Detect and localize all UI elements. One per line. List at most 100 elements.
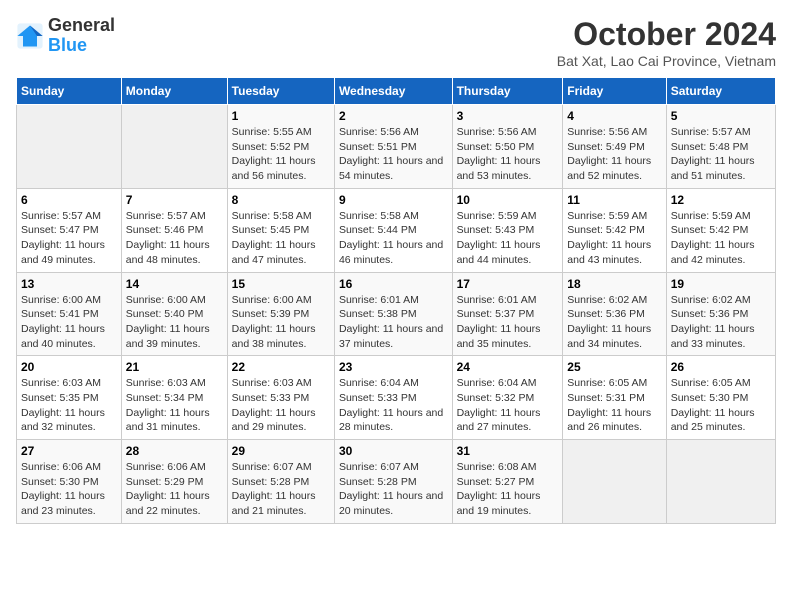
day-cell: 11Sunrise: 5:59 AM Sunset: 5:42 PM Dayli… xyxy=(563,188,666,272)
day-number: 17 xyxy=(457,277,559,291)
day-cell xyxy=(17,105,122,189)
day-info: Sunrise: 6:02 AM Sunset: 5:36 PM Dayligh… xyxy=(567,293,661,352)
day-header-tuesday: Tuesday xyxy=(227,78,334,105)
day-number: 23 xyxy=(339,360,448,374)
day-info: Sunrise: 6:00 AM Sunset: 5:41 PM Dayligh… xyxy=(21,293,117,352)
day-number: 5 xyxy=(671,109,771,123)
day-info: Sunrise: 5:57 AM Sunset: 5:47 PM Dayligh… xyxy=(21,209,117,268)
page-header: General Blue October 2024 Bat Xat, Lao C… xyxy=(16,16,776,69)
day-number: 16 xyxy=(339,277,448,291)
logo-icon xyxy=(16,22,44,50)
day-cell: 17 Sunrise: 6:01 AM Sunset: 5:37 PM Dayli… xyxy=(452,272,563,356)
day-number: 4 xyxy=(567,109,661,123)
day-cell: 7Sunrise: 5:57 AM Sunset: 5:46 PM Daylig… xyxy=(121,188,227,272)
day-number: 20 xyxy=(21,360,117,374)
day-number: 6 xyxy=(21,193,117,207)
day-info: Sunrise: 5:59 AM Sunset: 5:42 PM Dayligh… xyxy=(671,209,771,268)
day-header-friday: Friday xyxy=(563,78,666,105)
day-cell xyxy=(563,440,666,524)
day-cell: 27 Sunrise: 6:06 AM Sunset: 5:30 PM Dayli… xyxy=(17,440,122,524)
day-number: 10 xyxy=(457,193,559,207)
week-row: 20 Sunrise: 6:03 AM Sunset: 5:35 PM Dayli… xyxy=(17,356,776,440)
day-header-thursday: Thursday xyxy=(452,78,563,105)
header-row: SundayMondayTuesdayWednesdayThursdayFrid… xyxy=(17,78,776,105)
day-info: Sunrise: 6:03 AM Sunset: 5:33 PM Dayligh… xyxy=(232,376,330,435)
day-cell: 6 Sunrise: 5:57 AM Sunset: 5:47 PM Daylig… xyxy=(17,188,122,272)
day-info: Sunrise: 6:07 AM Sunset: 5:28 PM Dayligh… xyxy=(339,460,448,519)
day-cell: 13Sunrise: 6:00 AM Sunset: 5:41 PM Dayli… xyxy=(17,272,122,356)
day-cell: 2 Sunrise: 5:56 AM Sunset: 5:51 PM Daylig… xyxy=(334,105,452,189)
day-info: Sunrise: 6:05 AM Sunset: 5:30 PM Dayligh… xyxy=(671,376,771,435)
day-info: Sunrise: 6:04 AM Sunset: 5:33 PM Dayligh… xyxy=(339,376,448,435)
day-number: 14 xyxy=(126,277,223,291)
day-number: 30 xyxy=(339,444,448,458)
day-number: 22 xyxy=(232,360,330,374)
day-cell: 8 Sunrise: 5:58 AM Sunset: 5:45 PM Daylig… xyxy=(227,188,334,272)
day-info: Sunrise: 5:58 AM Sunset: 5:45 PM Dayligh… xyxy=(232,209,330,268)
day-cell: 22 Sunrise: 6:03 AM Sunset: 5:33 PM Dayli… xyxy=(227,356,334,440)
day-number: 24 xyxy=(457,360,559,374)
week-row: 1 Sunrise: 5:55 AM Sunset: 5:52 PM Daylig… xyxy=(17,105,776,189)
day-info: Sunrise: 6:08 AM Sunset: 5:27 PM Dayligh… xyxy=(457,460,559,519)
day-number: 15 xyxy=(232,277,330,291)
month-title: October 2024 xyxy=(557,16,776,53)
day-cell: 14 Sunrise: 6:00 AM Sunset: 5:40 PM Dayli… xyxy=(121,272,227,356)
day-cell: 1 Sunrise: 5:55 AM Sunset: 5:52 PM Daylig… xyxy=(227,105,334,189)
day-info: Sunrise: 6:03 AM Sunset: 5:34 PM Dayligh… xyxy=(126,376,223,435)
day-cell: 21 Sunrise: 6:03 AM Sunset: 5:34 PM Dayli… xyxy=(121,356,227,440)
day-cell: 15 Sunrise: 6:00 AM Sunset: 5:39 PM Dayli… xyxy=(227,272,334,356)
day-number: 19 xyxy=(671,277,771,291)
day-number: 8 xyxy=(232,193,330,207)
day-number: 9 xyxy=(339,193,448,207)
day-number: 18 xyxy=(567,277,661,291)
day-number: 11 xyxy=(567,193,661,207)
day-cell: 20 Sunrise: 6:03 AM Sunset: 5:35 PM Dayli… xyxy=(17,356,122,440)
day-number: 29 xyxy=(232,444,330,458)
day-cell: 3Sunrise: 5:56 AM Sunset: 5:50 PM Daylig… xyxy=(452,105,563,189)
week-row: 6 Sunrise: 5:57 AM Sunset: 5:47 PM Daylig… xyxy=(17,188,776,272)
location: Bat Xat, Lao Cai Province, Vietnam xyxy=(557,53,776,69)
day-number: 12 xyxy=(671,193,771,207)
day-number: 27 xyxy=(21,444,117,458)
day-cell: 29Sunrise: 6:07 AM Sunset: 5:28 PM Dayli… xyxy=(227,440,334,524)
day-info: Sunrise: 6:04 AM Sunset: 5:32 PM Dayligh… xyxy=(457,376,559,435)
day-info: Sunrise: 6:00 AM Sunset: 5:40 PM Dayligh… xyxy=(126,293,223,352)
day-info: Sunrise: 6:01 AM Sunset: 5:38 PM Dayligh… xyxy=(339,293,448,352)
day-number: 21 xyxy=(126,360,223,374)
day-number: 25 xyxy=(567,360,661,374)
day-cell: 19 Sunrise: 6:02 AM Sunset: 5:36 PM Dayli… xyxy=(666,272,775,356)
calendar-table: SundayMondayTuesdayWednesdayThursdayFrid… xyxy=(16,77,776,524)
day-info: Sunrise: 5:56 AM Sunset: 5:50 PM Dayligh… xyxy=(457,125,559,184)
day-header-sunday: Sunday xyxy=(17,78,122,105)
day-cell: 31Sunrise: 6:08 AM Sunset: 5:27 PM Dayli… xyxy=(452,440,563,524)
day-number: 26 xyxy=(671,360,771,374)
day-info: Sunrise: 6:02 AM Sunset: 5:36 PM Dayligh… xyxy=(671,293,771,352)
day-header-monday: Monday xyxy=(121,78,227,105)
logo-text: General Blue xyxy=(48,16,115,56)
day-info: Sunrise: 5:56 AM Sunset: 5:51 PM Dayligh… xyxy=(339,125,448,184)
day-cell: 4 Sunrise: 5:56 AM Sunset: 5:49 PM Daylig… xyxy=(563,105,666,189)
day-header-wednesday: Wednesday xyxy=(334,78,452,105)
week-row: 13Sunrise: 6:00 AM Sunset: 5:41 PM Dayli… xyxy=(17,272,776,356)
day-cell: 23 Sunrise: 6:04 AM Sunset: 5:33 PM Dayli… xyxy=(334,356,452,440)
day-cell: 18 Sunrise: 6:02 AM Sunset: 5:36 PM Dayli… xyxy=(563,272,666,356)
day-info: Sunrise: 5:56 AM Sunset: 5:49 PM Dayligh… xyxy=(567,125,661,184)
day-info: Sunrise: 6:05 AM Sunset: 5:31 PM Dayligh… xyxy=(567,376,661,435)
day-number: 1 xyxy=(232,109,330,123)
day-info: Sunrise: 6:06 AM Sunset: 5:30 PM Dayligh… xyxy=(21,460,117,519)
day-info: Sunrise: 6:01 AM Sunset: 5:37 PM Dayligh… xyxy=(457,293,559,352)
day-number: 2 xyxy=(339,109,448,123)
week-row: 27 Sunrise: 6:06 AM Sunset: 5:30 PM Dayli… xyxy=(17,440,776,524)
day-info: Sunrise: 5:55 AM Sunset: 5:52 PM Dayligh… xyxy=(232,125,330,184)
title-block: October 2024 Bat Xat, Lao Cai Province, … xyxy=(557,16,776,69)
day-cell: 25 Sunrise: 6:05 AM Sunset: 5:31 PM Dayli… xyxy=(563,356,666,440)
day-info: Sunrise: 5:58 AM Sunset: 5:44 PM Dayligh… xyxy=(339,209,448,268)
day-cell: 12 Sunrise: 5:59 AM Sunset: 5:42 PM Dayli… xyxy=(666,188,775,272)
day-info: Sunrise: 6:03 AM Sunset: 5:35 PM Dayligh… xyxy=(21,376,117,435)
day-info: Sunrise: 6:06 AM Sunset: 5:29 PM Dayligh… xyxy=(126,460,223,519)
day-cell: 16 Sunrise: 6:01 AM Sunset: 5:38 PM Dayli… xyxy=(334,272,452,356)
day-cell xyxy=(666,440,775,524)
day-info: Sunrise: 6:00 AM Sunset: 5:39 PM Dayligh… xyxy=(232,293,330,352)
logo: General Blue xyxy=(16,16,115,56)
day-cell: 10Sunrise: 5:59 AM Sunset: 5:43 PM Dayli… xyxy=(452,188,563,272)
